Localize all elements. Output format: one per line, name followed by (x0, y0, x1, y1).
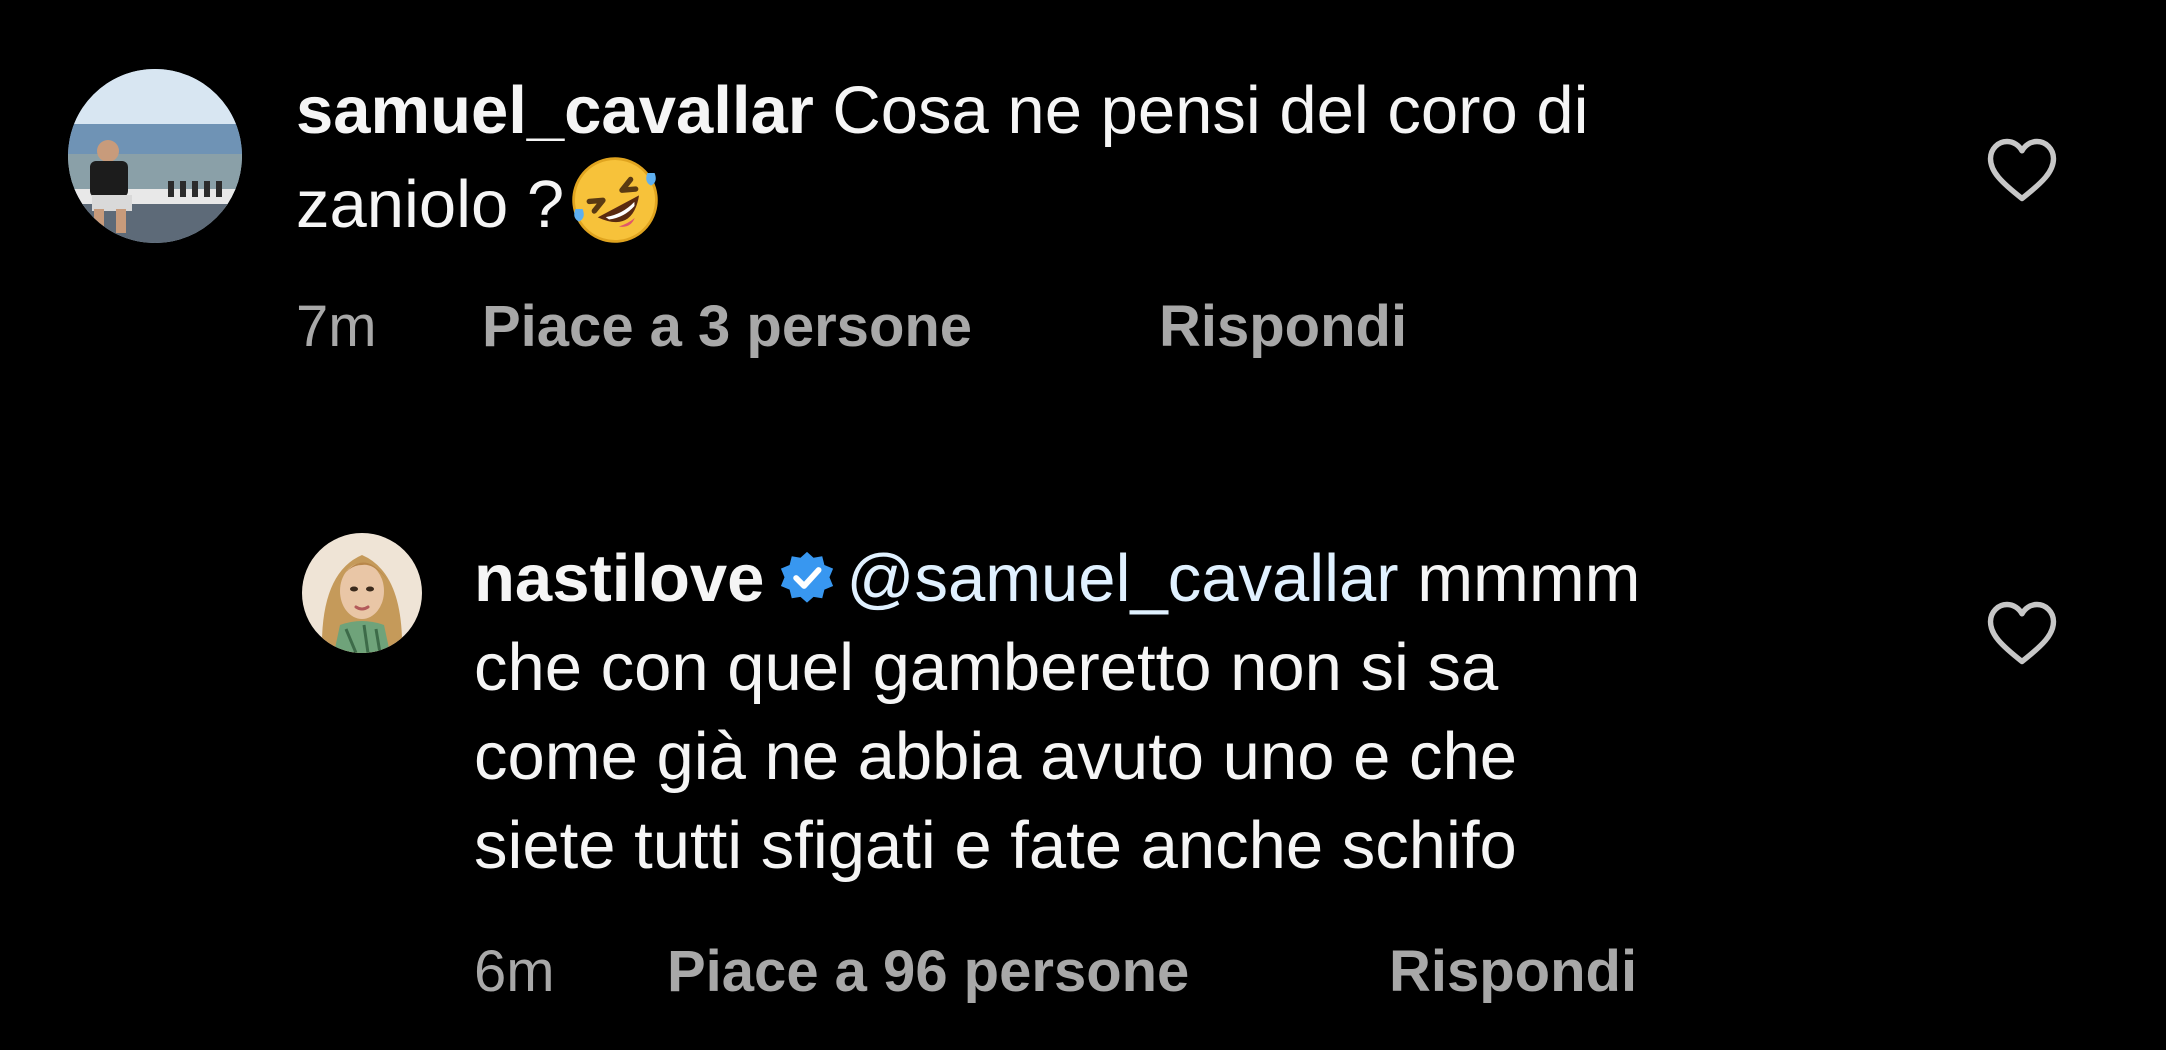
avatar-photo-samuel (68, 69, 242, 243)
comment-text-nastilove: nastilove @samuel_cavallar mmmm che con … (474, 534, 1974, 890)
reply-button[interactable]: Rispondi (1389, 937, 1637, 1007)
comment-line-4: siete tutti sfigati e fate anche schifo (474, 808, 1517, 883)
mention-link[interactable]: @samuel_cavallar (846, 541, 1398, 616)
comment-samuel: samuel_cavallar Cosa ne pensi del coro d… (0, 0, 2166, 380)
username-nastilove[interactable]: nastilove (474, 541, 764, 616)
avatar-photo-nastilove (302, 533, 422, 653)
like-button-samuel[interactable] (1985, 137, 2059, 203)
verified-badge-icon (778, 540, 836, 603)
reply-button[interactable]: Rispondi (1159, 292, 1407, 362)
comment-message-line-1: Cosa ne pensi del coro di (832, 73, 1589, 148)
comment-line-2: che con quel gamberetto non si sa (474, 630, 1499, 705)
comment-message-line-1: mmmm (1417, 541, 1641, 616)
comment-line-1: samuel_cavallar Cosa ne pensi del coro d… (296, 66, 1896, 155)
username-samuel[interactable]: samuel_cavallar (296, 73, 814, 148)
avatar-samuel[interactable] (68, 69, 242, 243)
comment-message-line-2: zaniolo ? (296, 167, 565, 242)
rolling-on-the-floor-laughing-emoji-icon (570, 155, 660, 245)
likes-count-link[interactable]: Piace a 96 persone (667, 937, 1189, 1007)
avatar-nastilove[interactable] (302, 533, 422, 653)
like-button-nastilove[interactable] (1985, 600, 2059, 666)
comment-line-1: nastilove @samuel_cavallar mmmm (474, 534, 1974, 623)
comment-nastilove: nastilove @samuel_cavallar mmmm che con … (0, 500, 2166, 1020)
comment-line-3: come già ne abbia avuto uno e che (474, 719, 1517, 794)
comment-time: 6m (474, 939, 555, 1004)
comment-time: 7m (296, 294, 377, 359)
comment-text-samuel: samuel_cavallar Cosa ne pensi del coro d… (296, 66, 1896, 249)
heart-outline-icon (1987, 601, 2057, 665)
likes-count-link[interactable]: Piace a 3 persone (482, 292, 972, 362)
comment-line-2: zaniolo ? (296, 155, 1896, 249)
heart-outline-icon (1987, 138, 2057, 202)
